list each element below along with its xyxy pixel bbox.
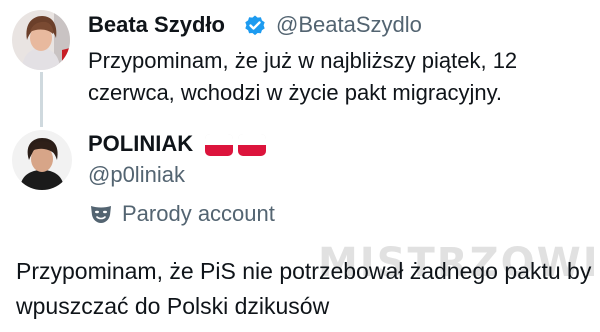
author-name[interactable]: Beata Szydło bbox=[88, 12, 225, 38]
parody-account-label: Parody account bbox=[122, 201, 275, 226]
verified-badge-icon bbox=[245, 15, 265, 36]
theater-mask-icon bbox=[91, 206, 111, 223]
poland-flag-icon bbox=[205, 134, 233, 156]
avatar-photo bbox=[12, 130, 72, 190]
author-handle[interactable]: @BeataSzydlo bbox=[276, 12, 422, 38]
author-handle[interactable]: @p0liniak bbox=[88, 162, 185, 188]
quoted-tweet-text: Przypominam, że już w najbliższy piątek,… bbox=[88, 48, 518, 105]
avatar-beata-szydlo[interactable] bbox=[12, 10, 70, 70]
thread-connector-line bbox=[40, 72, 43, 127]
poland-flag-icon bbox=[238, 134, 266, 156]
avatar-photo bbox=[12, 10, 70, 70]
reply-tweet-text: Przypominam, że PiS nie potrzebował żadn… bbox=[16, 258, 592, 319]
avatar-poliniak[interactable] bbox=[12, 130, 72, 190]
author-name[interactable]: POLINIAK bbox=[88, 131, 193, 157]
